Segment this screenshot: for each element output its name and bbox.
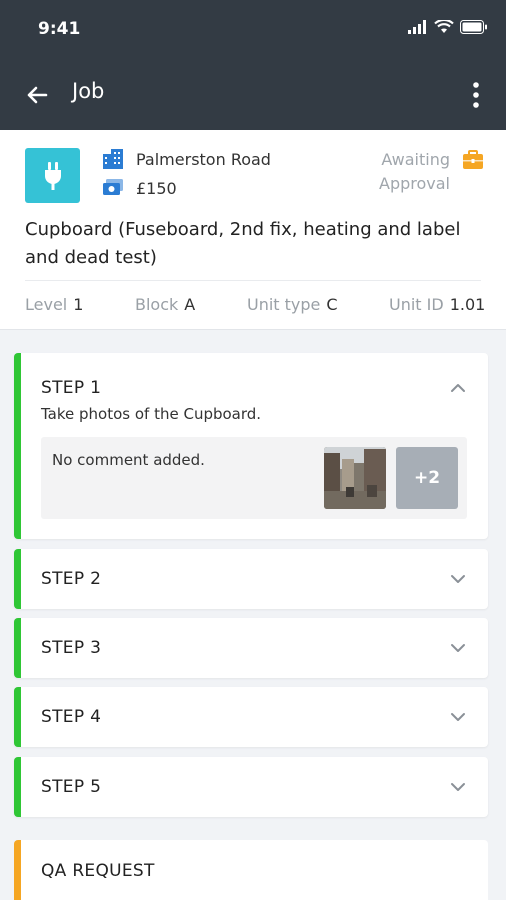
arrow-left-icon — [27, 86, 48, 104]
signal-icon — [408, 20, 426, 34]
job-type-tile — [25, 148, 80, 203]
chevron-down-icon[interactable] — [448, 638, 468, 658]
attribute-label: Unit type — [247, 295, 321, 314]
chevron-down-icon[interactable] — [448, 707, 468, 727]
attribute-value: 1.01 — [449, 295, 486, 314]
battery-icon — [460, 20, 487, 34]
plug-icon — [44, 161, 61, 190]
building-icon — [103, 149, 123, 169]
attribute-value: 1 — [73, 295, 84, 314]
attribute-level: Level 1 — [25, 295, 83, 314]
job-summary-card: Palmerston Road £150 Awaiting Approval C… — [0, 130, 506, 330]
price-row: £150 — [102, 178, 177, 198]
status-badge: Awaiting Approval — [379, 148, 450, 196]
briefcase-icon — [463, 150, 483, 169]
money-icon — [103, 179, 123, 195]
chevron-up-icon[interactable] — [448, 378, 468, 398]
chevron-down-icon[interactable] — [448, 777, 468, 797]
qa-request-card[interactable]: QA REQUEST — [14, 840, 488, 900]
step-title: STEP 5 — [41, 777, 102, 797]
back-button[interactable] — [22, 80, 52, 110]
app-bar: Job — [0, 60, 506, 130]
attribute-unit-type: Unit type C — [247, 295, 338, 314]
step-title: STEP 2 — [41, 569, 102, 589]
status-line-1: Awaiting — [381, 150, 450, 169]
qa-request-title: QA REQUEST — [41, 861, 155, 881]
step-title: STEP 1 — [41, 378, 102, 398]
status-time: 9:41 — [38, 19, 81, 39]
job-price: £150 — [136, 178, 177, 198]
chevron-down-icon[interactable] — [448, 569, 468, 589]
status-line-2: Approval — [379, 174, 450, 193]
job-title: Cupboard (Fuseboard, 2nd fix, heating an… — [25, 219, 461, 268]
attribute-label: Level — [25, 295, 68, 314]
attribute-label: Unit ID — [389, 295, 444, 314]
divider — [25, 280, 481, 281]
step-comment-box: No comment added. +2 — [41, 437, 467, 519]
attribute-value: C — [326, 295, 338, 314]
attribute-value: A — [184, 295, 196, 314]
status-bar: 9:41 — [0, 0, 506, 60]
page-title: Job — [72, 79, 105, 103]
photo-thumbnail[interactable] — [324, 447, 386, 509]
attribute-unit-id: Unit ID 1.01 — [389, 295, 485, 314]
step-card-5[interactable]: STEP 5 — [14, 757, 488, 817]
attribute-block: Block A — [135, 295, 195, 314]
photo-image — [324, 447, 386, 509]
attribute-label: Block — [135, 295, 179, 314]
step-title: STEP 4 — [41, 707, 102, 727]
step-title: STEP 3 — [41, 638, 102, 658]
wifi-icon — [434, 20, 454, 33]
step-card-1[interactable]: STEP 1 Take photos of the Cupboard. No c… — [14, 353, 488, 539]
job-location: Palmerston Road — [136, 149, 271, 169]
more-photos-button[interactable]: +2 — [396, 447, 458, 509]
more-vertical-icon — [473, 82, 479, 108]
step-card-4[interactable]: STEP 4 — [14, 687, 488, 747]
step-comment: No comment added. — [52, 451, 205, 469]
more-options-button[interactable] — [466, 79, 486, 111]
step-card-3[interactable]: STEP 3 — [14, 618, 488, 678]
status-icons — [408, 20, 488, 34]
step-description: Take photos of the Cupboard. — [41, 405, 262, 423]
location-row: Palmerston Road — [102, 149, 271, 169]
step-card-2[interactable]: STEP 2 — [14, 549, 488, 609]
